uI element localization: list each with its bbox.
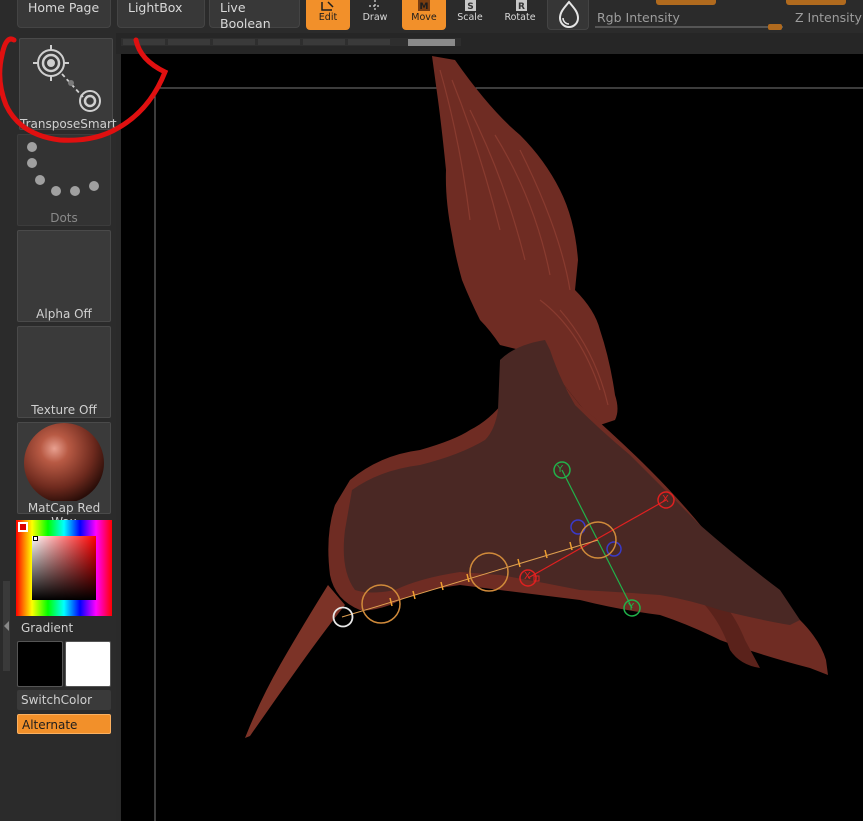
drop-icon <box>558 0 580 28</box>
hummingbird-beak <box>245 585 345 738</box>
lightbox-button[interactable]: LightBox <box>117 0 205 28</box>
texture-label: Texture Off <box>31 403 97 417</box>
canvas-scroll-ruler[interactable] <box>121 38 461 46</box>
tray-collapse-handle[interactable] <box>3 581 10 671</box>
rgb-intensity-label: Rgb Intensity <box>597 10 680 25</box>
dots-label: Dots <box>50 211 78 225</box>
stroke-dots-tile[interactable]: Dots <box>17 134 111 226</box>
color-picker[interactable] <box>16 520 112 616</box>
svg-text:M: M <box>420 2 429 12</box>
material-tile[interactable]: MatCap Red Wax <box>17 422 111 529</box>
matcap-sphere-icon <box>18 423 110 501</box>
draw-button[interactable]: Draw <box>353 0 397 30</box>
dots-stroke-icon <box>27 142 99 196</box>
draw-label: Draw <box>362 12 388 23</box>
zbrush-window: Home Page LightBox Live Boolean Edit Dra… <box>0 0 863 821</box>
gizmo-x-right-label: X <box>662 494 669 505</box>
scale-label: Scale <box>457 12 483 23</box>
color-picker-cursor[interactable] <box>33 536 38 541</box>
main-color-swatch[interactable] <box>17 641 63 687</box>
live-boolean-label: Live Boolean <box>220 0 271 31</box>
rgb-intensity-track[interactable] <box>595 26 783 28</box>
lightbox-label: LightBox <box>128 0 183 15</box>
left-tray: TransposeSmart Dots Alpha Off Texture Of… <box>0 33 117 821</box>
z-intensity-knob[interactable] <box>786 0 846 5</box>
secondary-color-swatch[interactable] <box>65 641 111 687</box>
gradient-label: Gradient <box>21 621 74 635</box>
hue-cursor[interactable] <box>18 522 28 532</box>
alpha-tile[interactable]: Alpha Off <box>17 230 111 322</box>
z-intensity-label: Z Intensity <box>795 10 862 25</box>
edit-button[interactable]: Edit <box>306 0 350 30</box>
switch-color-label: SwitchColor <box>21 693 93 707</box>
gizmo-x-left-label: X <box>524 571 531 582</box>
switch-color-button[interactable]: SwitchColor <box>17 690 111 710</box>
texture-tile[interactable]: Texture Off <box>17 326 111 418</box>
transpose-smart-tile[interactable]: TransposeSmart <box>19 38 117 131</box>
rotate-label: Rotate <box>504 12 536 23</box>
gizmo-y-bottom-label: Y <box>628 602 635 613</box>
home-page-button[interactable]: Home Page <box>17 0 111 28</box>
live-boolean-button[interactable]: Live Boolean <box>209 0 300 31</box>
alpha-label: Alpha Off <box>36 307 92 321</box>
home-page-label: Home Page <box>28 0 100 15</box>
svg-text:R: R <box>518 2 525 12</box>
edit-label: Edit <box>318 12 338 23</box>
transpose-icon <box>33 45 101 112</box>
move-button[interactable]: M Move <box>402 0 446 30</box>
gizmo-y-top-label: Y <box>557 464 564 475</box>
alternate-button[interactable]: Alternate <box>17 714 111 734</box>
scale-button[interactable]: S Scale <box>448 0 492 30</box>
document-canvas[interactable]: Y Y X X <box>121 54 863 821</box>
rgb-intensity-knob[interactable] <box>656 0 716 5</box>
perspective-button[interactable] <box>547 0 589 30</box>
alternate-label: Alternate <box>22 718 78 732</box>
top-shelf: Home Page LightBox Live Boolean Edit Dra… <box>0 0 863 33</box>
color-picker-sv-square[interactable] <box>32 536 96 600</box>
viewport-scene <box>154 56 863 821</box>
svg-text:S: S <box>467 2 473 12</box>
rotate-button[interactable]: R Rotate <box>498 0 542 30</box>
transpose-smart-label: TransposeSmart <box>20 117 117 131</box>
move-label: Move <box>411 12 437 23</box>
rgb-intensity-handle[interactable] <box>768 24 782 30</box>
